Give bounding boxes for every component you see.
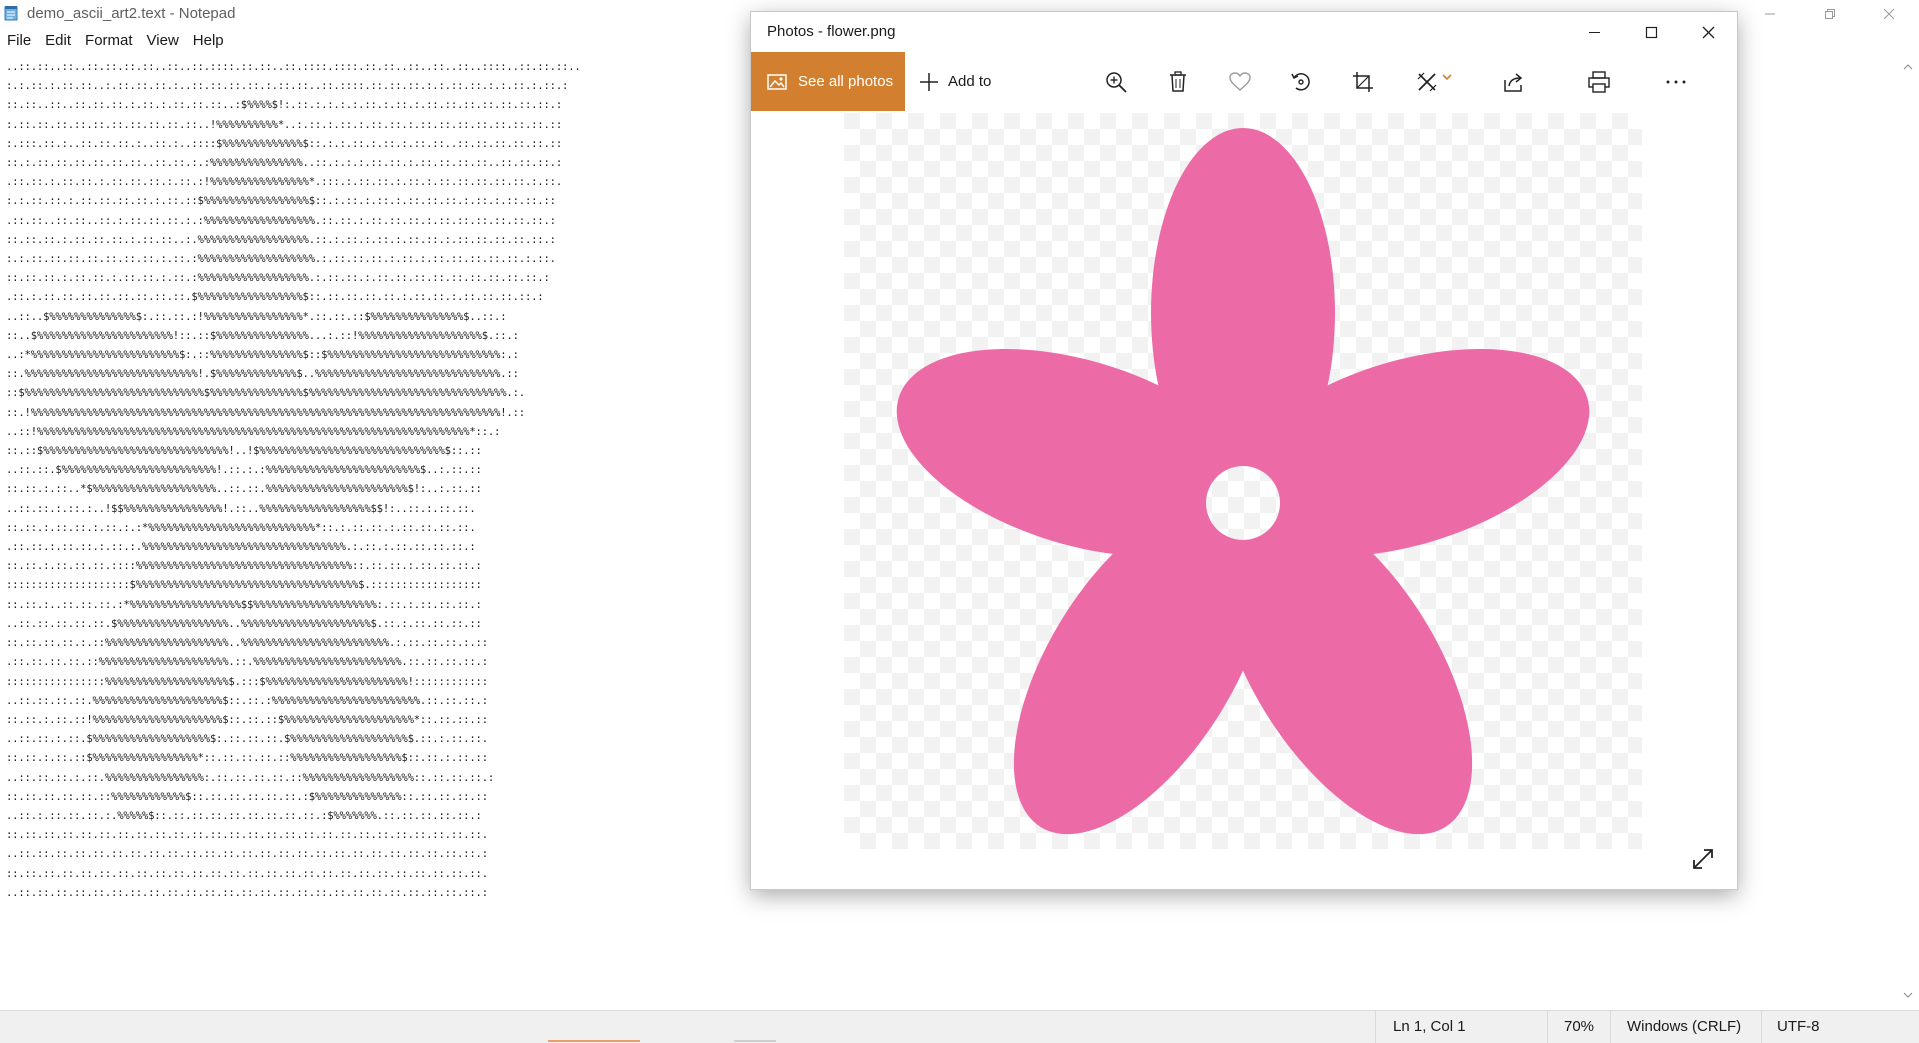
photos-minimize-button[interactable]	[1566, 12, 1623, 52]
flower-image	[844, 113, 1642, 849]
maximize-icon	[1645, 26, 1658, 38]
full-screen-button[interactable]	[1690, 846, 1716, 872]
see-all-photos-button[interactable]: See all photos	[751, 52, 905, 111]
status-separator	[1610, 1011, 1611, 1043]
close-icon	[1883, 8, 1895, 20]
chevron-down-icon	[1442, 74, 1452, 81]
photos-toolbar: See all photos Add to	[751, 52, 1737, 111]
see-all-photos-label: See all photos	[798, 73, 894, 90]
edit-icon	[1417, 72, 1437, 92]
notepad-menubar: File Edit Format View Help	[0, 30, 231, 54]
status-separator	[1375, 1011, 1376, 1043]
plus-icon	[920, 72, 938, 91]
menu-help[interactable]: Help	[186, 30, 231, 54]
photos-titlebar[interactable]: Photos - flower.png	[751, 12, 1737, 52]
more-icon	[1666, 80, 1686, 84]
close-icon	[1702, 26, 1715, 38]
photo-canvas[interactable]	[844, 113, 1642, 849]
photos-maximize-button[interactable]	[1623, 12, 1680, 52]
photos-window: Photos - flower.png See all photos Add t…	[751, 12, 1737, 889]
photos-title: Photos - flower.png	[767, 23, 896, 40]
edit-create-button[interactable]	[1409, 64, 1459, 100]
delete-icon	[1170, 71, 1186, 92]
favorite-button[interactable]	[1222, 64, 1258, 100]
menu-edit[interactable]: Edit	[38, 30, 78, 54]
notepad-minimize-button[interactable]	[1747, 0, 1793, 28]
notepad-restore-button[interactable]	[1807, 0, 1853, 28]
share-button[interactable]	[1496, 64, 1532, 100]
chevron-down-icon	[1903, 992, 1913, 998]
menu-view[interactable]: View	[140, 30, 186, 54]
scroll-up-button[interactable]	[1901, 60, 1915, 74]
crop-icon	[1353, 72, 1373, 92]
status-position: Ln 1, Col 1	[1393, 1018, 1466, 1035]
notepad-text-content[interactable]: ..::.::..::..::.::.::.::..::..::.::::.::…	[6, 58, 581, 903]
notepad-title: demo_ascii_art2.text - Notepad	[27, 5, 236, 22]
chevron-up-icon	[1903, 64, 1913, 70]
status-encoding: UTF-8	[1777, 1018, 1820, 1035]
status-separator	[1761, 1011, 1762, 1043]
photos-gallery-icon	[767, 73, 787, 90]
status-line-ending: Windows (CRLF)	[1627, 1018, 1742, 1035]
scroll-down-button[interactable]	[1901, 988, 1915, 1002]
rotate-button[interactable]	[1283, 64, 1319, 100]
delete-button[interactable]	[1160, 64, 1196, 100]
restore-icon	[1825, 9, 1835, 19]
menu-format[interactable]: Format	[78, 30, 140, 54]
notepad-close-button[interactable]	[1866, 0, 1912, 28]
more-options-button[interactable]	[1658, 64, 1694, 100]
minimize-icon	[1589, 31, 1600, 33]
notepad-statusbar: Ln 1, Col 1 70% Windows (CRLF) UTF-8	[0, 1010, 1919, 1043]
add-to-button[interactable]: Add to	[919, 52, 991, 111]
favorite-icon	[1229, 72, 1251, 91]
notepad-app-icon	[4, 6, 18, 21]
status-zoom: 70%	[1564, 1018, 1595, 1035]
print-button[interactable]	[1581, 64, 1617, 100]
add-to-label: Add to	[948, 73, 992, 90]
notepad-vertical-scrollbar[interactable]	[1897, 56, 1919, 1008]
status-separator	[1547, 1011, 1548, 1043]
expand-icon	[1693, 849, 1713, 869]
print-icon	[1588, 71, 1610, 93]
zoom-in-icon	[1106, 72, 1127, 93]
rotate-icon	[1291, 73, 1310, 91]
crop-button[interactable]	[1345, 64, 1381, 100]
share-icon	[1504, 73, 1523, 92]
menu-file[interactable]: File	[0, 30, 38, 54]
photos-close-button[interactable]	[1680, 12, 1737, 52]
zoom-button[interactable]	[1098, 64, 1134, 100]
minimize-icon	[1765, 13, 1775, 15]
